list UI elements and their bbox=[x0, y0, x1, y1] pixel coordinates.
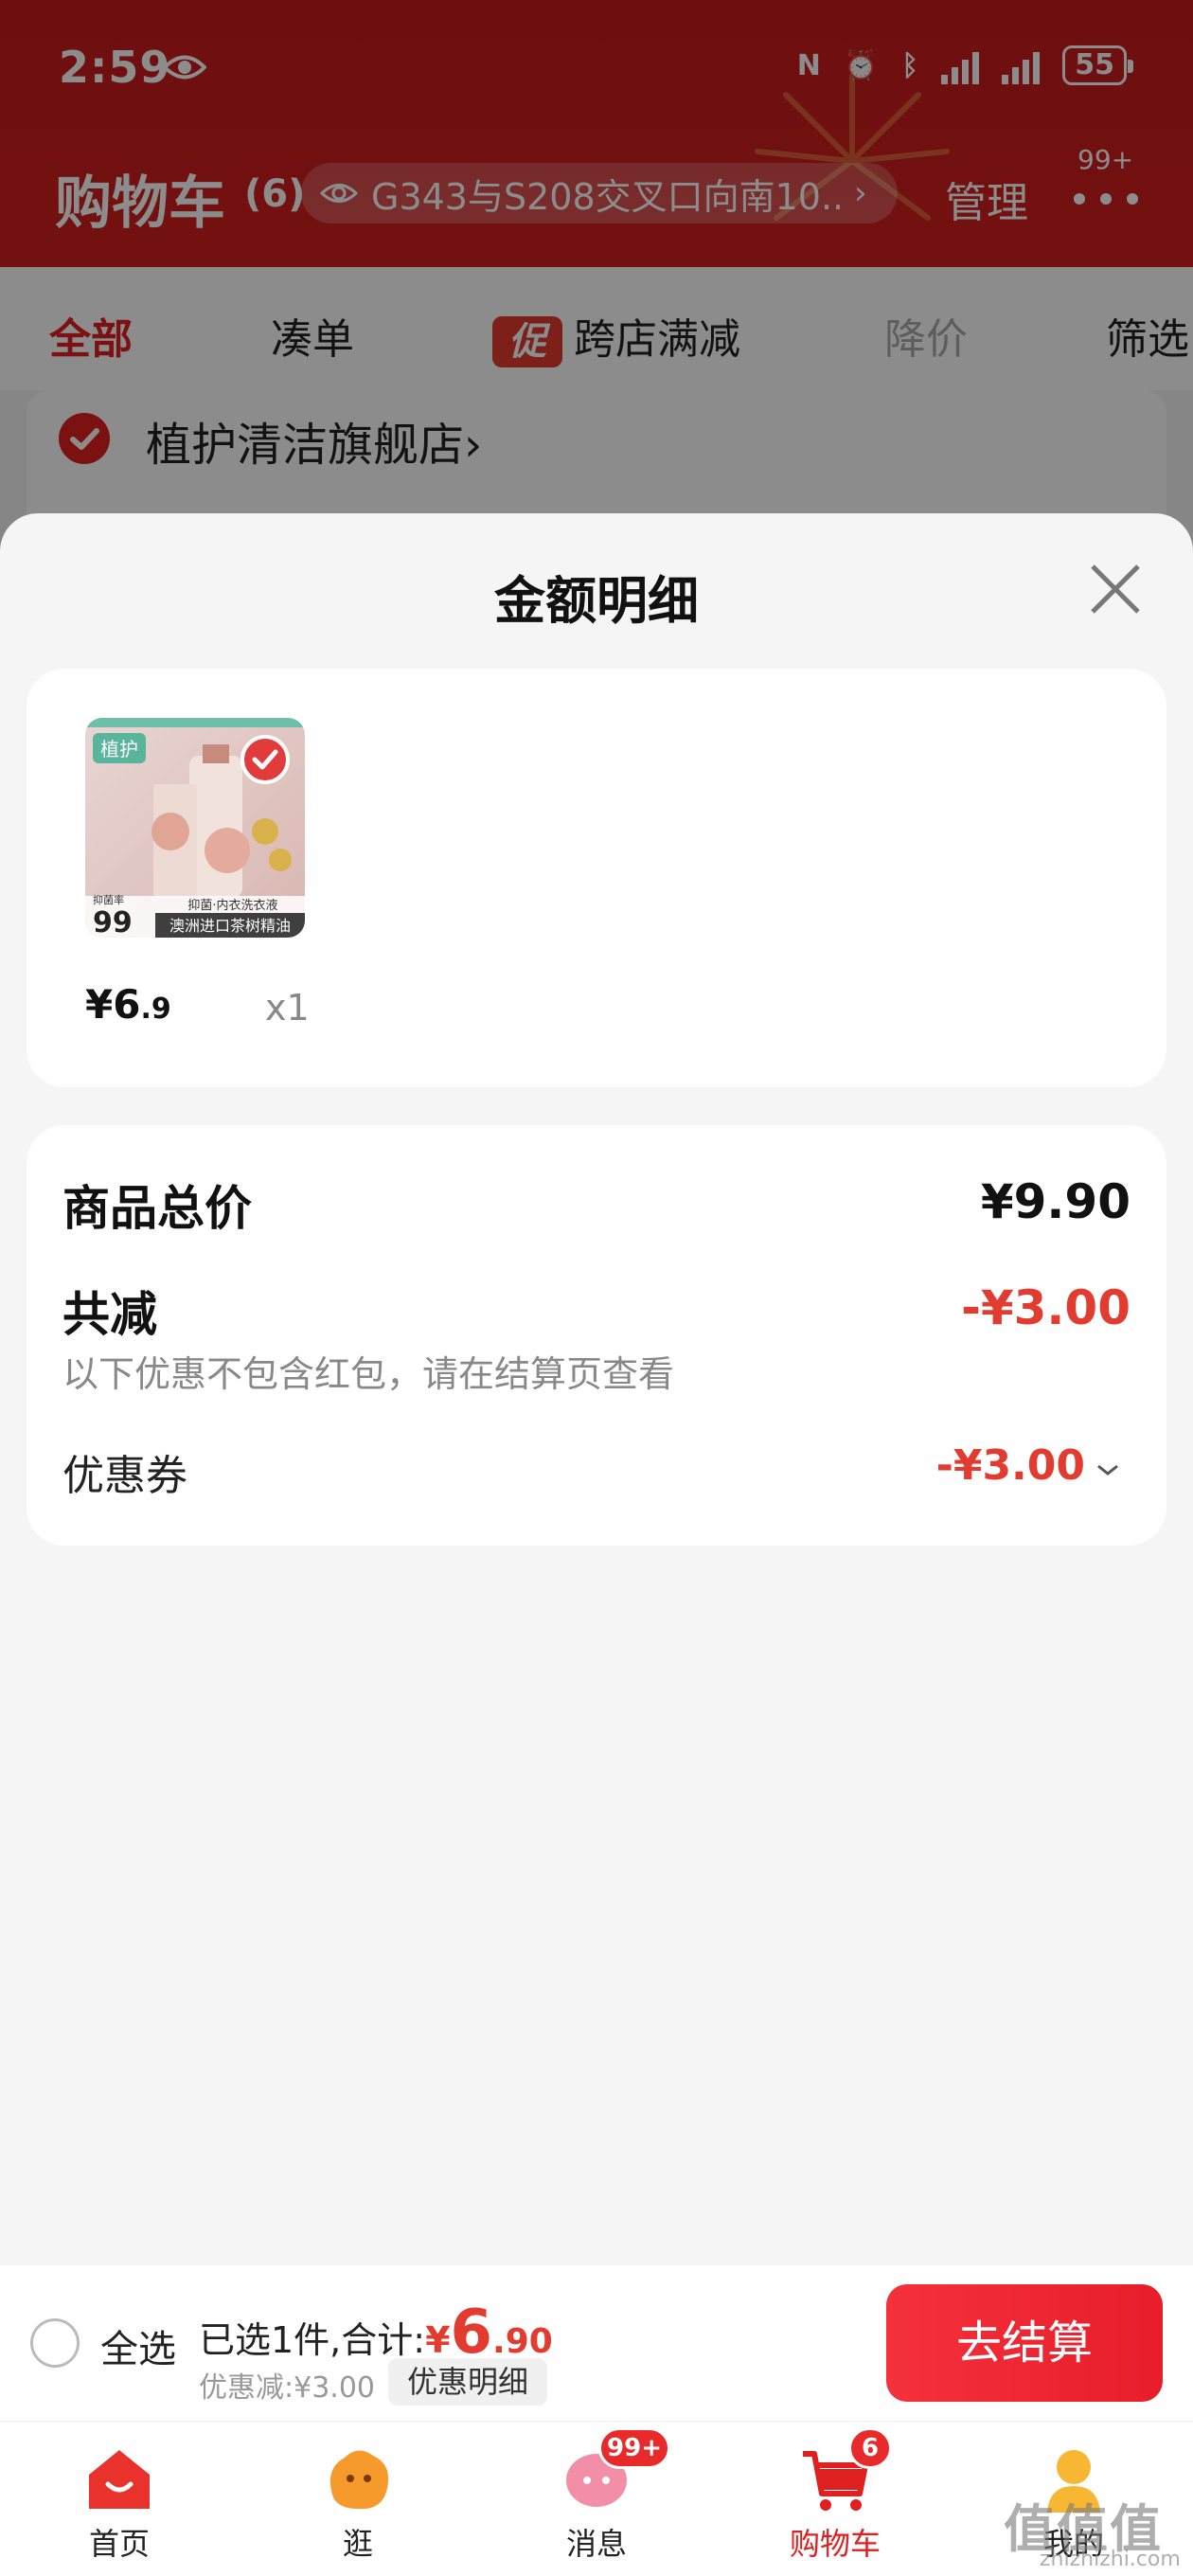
tab-messages-label: 消息 bbox=[565, 2526, 627, 2562]
watermark-url: zhizhizhi.com bbox=[1040, 2548, 1181, 2571]
discount-value: -¥3.00 bbox=[961, 1280, 1131, 1335]
checkout-button[interactable]: 去结算 bbox=[886, 2284, 1163, 2402]
discount-detail-button[interactable]: 优惠明细 bbox=[388, 2358, 548, 2406]
close-icon[interactable] bbox=[1087, 561, 1144, 617]
selected-check-icon bbox=[240, 735, 290, 784]
discount-label: 共减 bbox=[62, 1287, 157, 1342]
discount-note: 以下优惠不包含红包，请在结算页查看 bbox=[62, 1353, 675, 1395]
product-brand: 植护 bbox=[100, 738, 138, 760]
checkout-bar: 全选 已选1件,合计:¥6.90 优惠减:¥3.00 优惠明细 去结算 bbox=[0, 2265, 1193, 2421]
total-price-label: 商品总价 bbox=[62, 1181, 252, 1236]
amount-detail-sheet: 金额明细 植护 抑菌率 99 抑菌·内衣洗衣液 澳洲进口茶树精油 ¥6.9 x1… bbox=[0, 513, 1193, 2265]
summary-card: 商品总价 ¥9.90 共减 -¥3.00 以下优惠不包含红包，请在结算页查看 优… bbox=[27, 1125, 1166, 1546]
cart-badge: 6 bbox=[848, 2427, 892, 2469]
tab-browse-label: 逛 bbox=[342, 2526, 373, 2562]
browse-icon bbox=[329, 2450, 389, 2510]
product-subcaption: 抑菌·内衣洗衣液 bbox=[187, 898, 277, 913]
home-icon bbox=[89, 2450, 150, 2509]
chevron-down-icon[interactable] bbox=[1095, 1460, 1121, 1479]
total-price-value: ¥9.90 bbox=[980, 1174, 1131, 1229]
coupon-value[interactable]: -¥3.00 bbox=[936, 1441, 1085, 1490]
tab-home[interactable]: 首页 bbox=[0, 2422, 239, 2576]
coupon-label[interactable]: 优惠券 bbox=[62, 1441, 187, 1502]
select-all-radio[interactable] bbox=[30, 2318, 80, 2368]
selected-summary: 已选1件,合计:¥6.90 bbox=[199, 2298, 553, 2368]
discount-summary: 优惠减:¥3.00 bbox=[199, 2371, 375, 2405]
product-caption: 澳洲进口茶树精油 bbox=[169, 917, 291, 935]
tab-cart[interactable]: 6 购物车 bbox=[716, 2422, 954, 2576]
rate-label: 抑菌率 bbox=[93, 893, 124, 906]
tab-cart-label: 购物车 bbox=[789, 2526, 881, 2562]
rate-value: 99 bbox=[93, 906, 133, 938]
item-quantity: x1 bbox=[265, 987, 310, 1029]
messages-badge: 99+ bbox=[598, 2427, 670, 2469]
items-card: 植护 抑菌率 99 抑菌·内衣洗衣液 澳洲进口茶树精油 ¥6.9 x1 bbox=[27, 669, 1166, 1087]
tab-home-label: 首页 bbox=[88, 2526, 150, 2562]
tab-browse[interactable]: 逛 bbox=[239, 2422, 477, 2576]
product-thumbnail[interactable]: 植护 抑菌率 99 抑菌·内衣洗衣液 澳洲进口茶树精油 bbox=[85, 718, 305, 938]
tab-messages[interactable]: 99+ 消息 bbox=[477, 2422, 716, 2576]
sheet-title: 金额明细 bbox=[494, 571, 699, 631]
item-price: ¥6.9 bbox=[85, 981, 171, 1028]
select-all-label[interactable]: 全选 bbox=[100, 2318, 176, 2373]
